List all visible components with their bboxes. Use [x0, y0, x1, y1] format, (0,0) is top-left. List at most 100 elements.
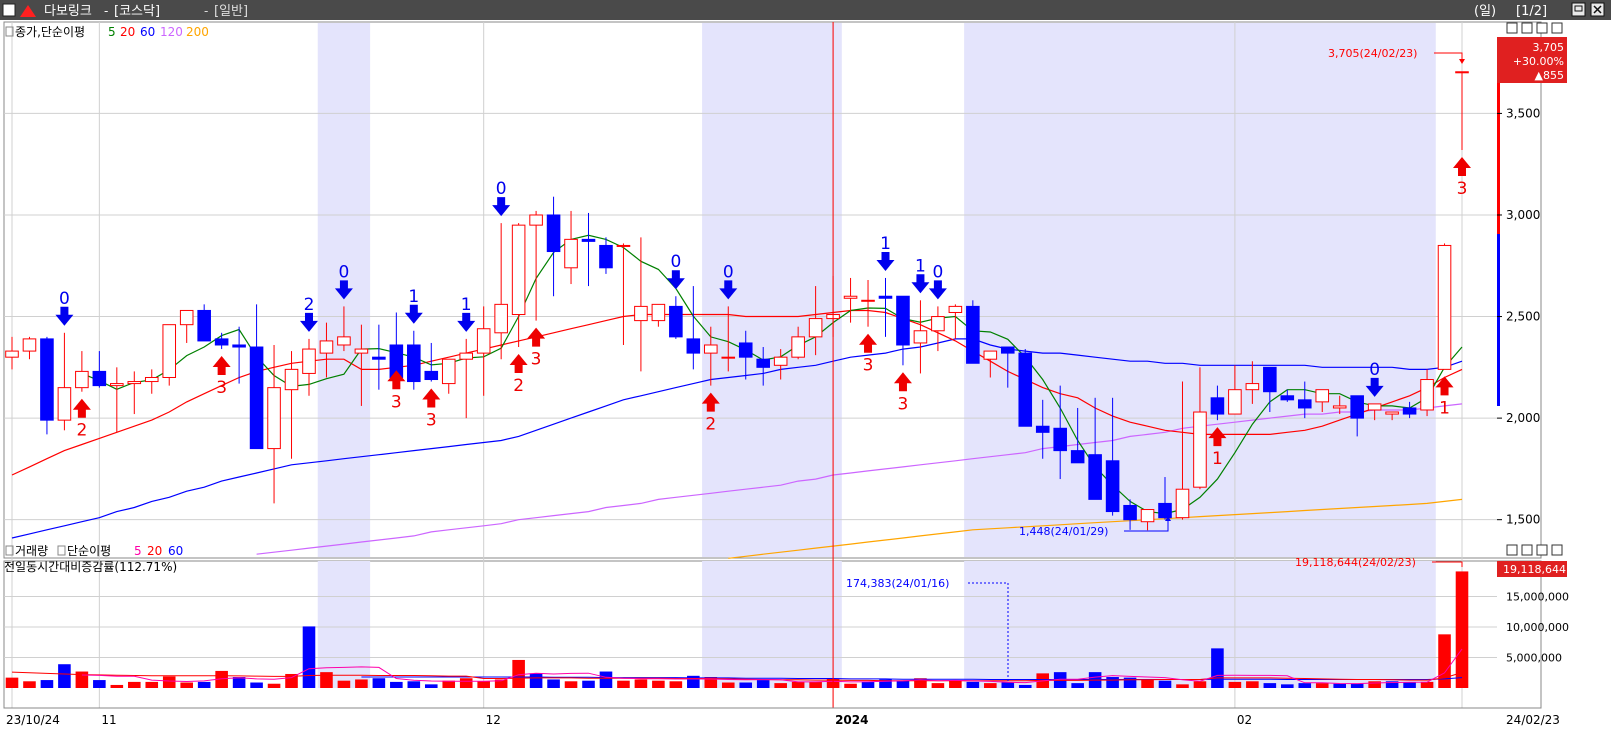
legend-ma5: 5	[108, 25, 116, 39]
candle-body	[511, 224, 526, 316]
volume-bar	[250, 682, 263, 688]
signal-label: 0	[1369, 360, 1380, 380]
legend-ma120: 120	[160, 25, 183, 39]
candle-body	[738, 342, 753, 358]
candle-body	[686, 338, 701, 354]
volume-bar	[390, 681, 403, 688]
price-tick-label: 1,500	[1506, 513, 1540, 527]
candle-body	[319, 340, 334, 354]
candle-body	[896, 295, 910, 346]
signal-label: 3	[216, 378, 227, 398]
volume-bar	[5, 677, 19, 688]
candle-body	[354, 348, 369, 354]
volume-bar	[407, 681, 421, 688]
volume-bar	[40, 680, 54, 688]
volume-bar	[809, 681, 822, 688]
candle-body	[197, 309, 211, 342]
volume-bar	[1298, 683, 1312, 688]
volume-bar	[617, 680, 630, 688]
candle-body	[1105, 460, 1120, 513]
candle-body	[337, 336, 351, 346]
candle-body	[1175, 488, 1190, 519]
signal-label: 1	[408, 287, 419, 307]
volume-bar	[844, 683, 857, 688]
signal-label: 0	[496, 179, 507, 199]
volume-bar	[459, 678, 473, 688]
volume-bar	[232, 677, 246, 688]
volume-bar	[1263, 683, 1277, 688]
window-menu-icon[interactable]	[2, 3, 16, 17]
volume-bar	[949, 680, 962, 688]
volume-bar	[774, 683, 787, 688]
candle-body	[843, 295, 858, 299]
volume-bar	[529, 673, 543, 688]
volume-bar	[424, 684, 438, 688]
volume-tick-label: 10,000,000	[1506, 621, 1569, 634]
date-tick-label: 2024	[835, 713, 868, 727]
volume-bar	[1141, 679, 1154, 688]
candle-body	[756, 358, 770, 368]
volume-tick-label: 5,000,000	[1506, 652, 1562, 665]
volume-bar	[197, 681, 211, 688]
candle-body	[704, 344, 718, 354]
candle-body	[1402, 407, 1417, 415]
candle-body	[424, 370, 439, 381]
candle-body	[861, 299, 875, 302]
candle-body	[249, 346, 264, 450]
date-tick-label: 11	[101, 713, 116, 727]
candle-body	[232, 344, 246, 348]
candle-body	[599, 244, 613, 269]
candle-body	[1350, 395, 1364, 419]
current-price: 3,705	[1533, 41, 1565, 54]
candle-body	[40, 338, 54, 421]
volume-bar	[1158, 680, 1172, 688]
volume-bar	[1071, 683, 1084, 688]
signal-label: 1	[1212, 449, 1223, 469]
candle-body	[407, 344, 421, 383]
legend-ma60: 60	[140, 25, 155, 39]
signal-label: 2	[304, 295, 315, 315]
market-label: [코스닥]	[114, 4, 160, 19]
price-legend-label: 종가,단순이평	[15, 25, 85, 39]
volume-high-annotation: 19,118,644(24/02/23)	[1295, 556, 1416, 569]
signal-label: 2	[76, 421, 87, 441]
candle-body	[92, 370, 107, 387]
candle-body	[1297, 399, 1312, 409]
volume-bar	[721, 682, 735, 688]
volume-bar	[564, 681, 578, 688]
page-indicator[interactable]: [1/2]	[1516, 4, 1547, 19]
price-tick-label: 3,000	[1506, 208, 1540, 222]
low-annotation: 1,448(24/01/29)	[1019, 525, 1108, 538]
candle-body	[267, 387, 281, 450]
candle-body	[459, 352, 474, 360]
candle-body	[878, 295, 893, 299]
candle-body	[1315, 389, 1330, 403]
signal-label: 1	[880, 234, 891, 254]
candle-body	[948, 305, 963, 313]
signal-label: 1	[915, 256, 926, 276]
volume-bar	[93, 680, 106, 688]
signal-label: 3	[391, 392, 402, 412]
candle-body	[162, 324, 177, 378]
volume-bar	[1281, 684, 1294, 688]
candle-body	[179, 309, 194, 326]
candle-body	[808, 318, 823, 338]
high-annotation: 3,705(24/02/23)	[1328, 47, 1417, 60]
restore-icon[interactable]	[1571, 2, 1586, 17]
volume-bar	[58, 664, 71, 688]
candle-body	[651, 303, 666, 322]
volume-bar	[145, 681, 159, 688]
candle-body	[1123, 504, 1137, 521]
volume-bar	[337, 680, 351, 688]
date-tick-label: 02	[1237, 713, 1252, 727]
volume-bar	[162, 676, 176, 688]
volume-ma-label: 단순이평	[67, 544, 111, 558]
stock-chart[interactable]: 다보링크 - [코스닥] - [일반] (일) [1/2] 0232031310…	[0, 0, 1611, 732]
mode-label: [일반]	[214, 4, 248, 19]
volume-bar	[1193, 681, 1207, 688]
volume-badge-value: 19,118,644	[1503, 563, 1566, 576]
volume-bar	[355, 679, 368, 688]
candle-body	[616, 244, 631, 247]
candle-body	[75, 370, 89, 389]
volume-bar	[634, 679, 648, 688]
